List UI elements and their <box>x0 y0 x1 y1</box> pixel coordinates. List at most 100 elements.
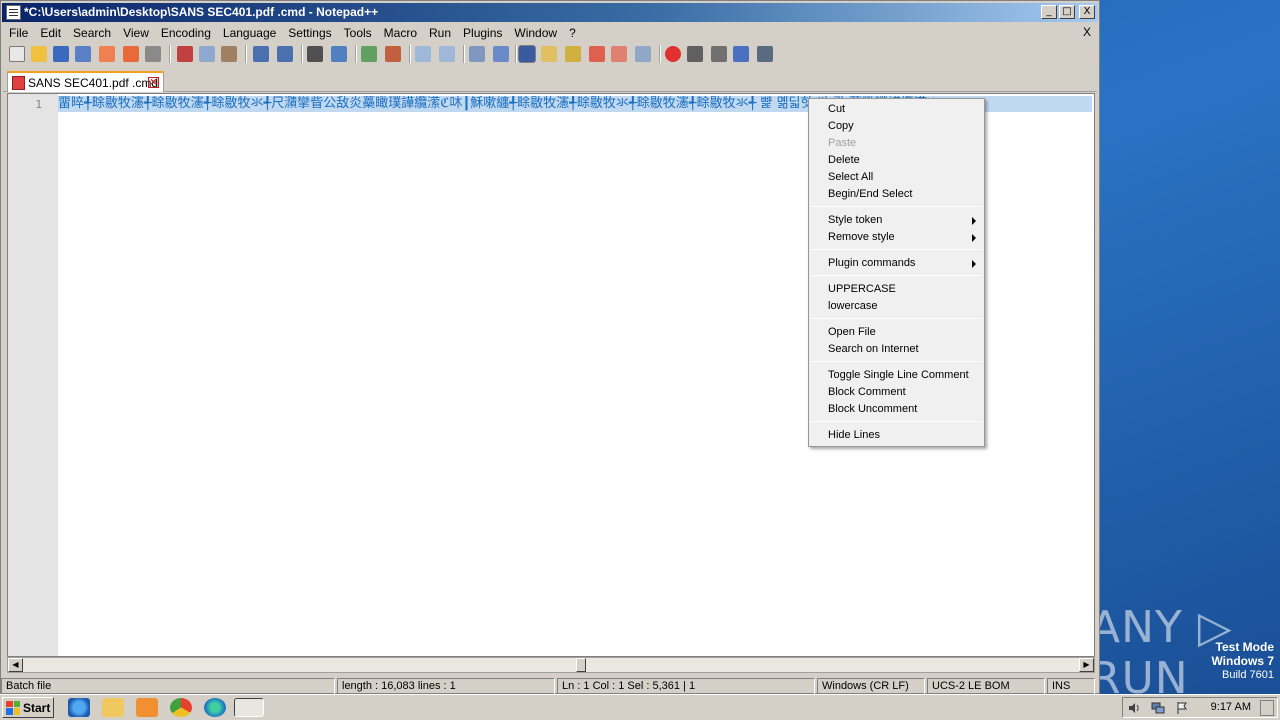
menu-search[interactable]: Search <box>67 24 117 42</box>
menu-language[interactable]: Language <box>217 24 282 42</box>
tab-sans-sec401[interactable]: SANS SEC401.pdf .cmd ✕ <box>7 71 164 92</box>
record-macro-icon[interactable] <box>665 46 681 62</box>
tray-network-icon[interactable] <box>1151 701 1165 715</box>
toolbar-separator <box>245 45 246 63</box>
save-macro-icon[interactable] <box>757 46 773 62</box>
status-eol[interactable]: Windows (CR LF) <box>817 678 925 695</box>
title-bar[interactable]: *C:\Users\admin\Desktop\SANS SEC401.pdf … <box>2 3 1098 22</box>
ctx-block-comment[interactable]: Block Comment <box>811 384 982 401</box>
open-file-icon[interactable] <box>31 46 47 62</box>
system-tray: 9:17 AM <box>1122 697 1278 718</box>
taskbar: Start 9:17 AM <box>0 694 1280 720</box>
menu-settings[interactable]: Settings <box>282 24 337 42</box>
menu-tools[interactable]: Tools <box>338 24 378 42</box>
ctx-cut[interactable]: Cut <box>811 101 982 118</box>
scroll-left-arrow-icon[interactable]: ◀ <box>8 658 23 672</box>
windows-logo-icon <box>6 700 20 715</box>
status-position: Ln : 1 Col : 1 Sel : 5,361 | 1 <box>557 678 815 695</box>
scrollbar-thumb[interactable] <box>576 658 586 672</box>
doc-map-icon[interactable] <box>565 46 581 62</box>
build-text: Build 7601 <box>1222 669 1274 681</box>
ctx-search-internet[interactable]: Search on Internet <box>811 341 982 358</box>
ctx-hide-lines[interactable]: Hide Lines <box>811 427 982 444</box>
close-button[interactable]: X <box>1079 5 1095 19</box>
function-list-icon[interactable] <box>589 46 605 62</box>
play-macro-icon[interactable] <box>711 46 727 62</box>
menu-window[interactable]: Window <box>508 24 563 42</box>
language-icon[interactable] <box>541 46 557 62</box>
undo-icon[interactable] <box>253 46 269 62</box>
show-desktop-button[interactable] <box>1260 700 1274 716</box>
ctx-style-token[interactable]: Style token <box>811 212 982 229</box>
save-all-icon[interactable] <box>75 46 91 62</box>
monitoring-icon[interactable] <box>635 46 651 62</box>
ctx-select-all[interactable]: Select All <box>811 169 982 186</box>
os-name-text: Windows 7 <box>1211 654 1274 668</box>
menu-help[interactable]: ? <box>563 24 582 42</box>
indent-guide-icon[interactable] <box>518 45 536 63</box>
save-icon[interactable] <box>53 46 69 62</box>
file-explorer-icon[interactable] <box>102 698 124 717</box>
menu-encoding[interactable]: Encoding <box>155 24 217 42</box>
word-wrap-icon[interactable] <box>469 46 485 62</box>
ctx-uppercase[interactable]: UPPERCASE <box>811 281 982 298</box>
menu-separator <box>811 318 982 319</box>
minimize-button[interactable]: _ <box>1041 5 1057 19</box>
status-bar: Batch file length : 16,083 lines : 1 Ln … <box>1 678 1099 695</box>
tab-close-icon[interactable]: ✕ <box>148 77 159 88</box>
notepad-app-icon[interactable] <box>6 5 21 20</box>
ctx-toggle-line-comment[interactable]: Toggle Single Line Comment <box>811 367 982 384</box>
sync-horizontal-icon[interactable] <box>439 46 455 62</box>
submenu-arrow-icon <box>972 260 976 268</box>
menu-view[interactable]: View <box>117 24 155 42</box>
cut-icon[interactable] <box>177 46 193 62</box>
menu-run[interactable]: Run <box>423 24 457 42</box>
menu-file[interactable]: File <box>3 24 34 42</box>
zoom-out-icon[interactable] <box>385 46 401 62</box>
toolbar <box>5 43 1095 65</box>
horizontal-scrollbar[interactable]: ◀ ▶ <box>7 657 1095 673</box>
print-icon[interactable] <box>145 46 161 62</box>
menu-macro[interactable]: Macro <box>378 24 423 42</box>
paste-icon[interactable] <box>221 46 237 62</box>
start-button[interactable]: Start <box>2 697 54 718</box>
ctx-begin-end-select[interactable]: Begin/End Select <box>811 186 982 203</box>
copy-icon[interactable] <box>199 46 215 62</box>
new-file-icon[interactable] <box>9 46 25 62</box>
zoom-in-icon[interactable] <box>361 46 377 62</box>
close-all-icon[interactable] <box>123 46 139 62</box>
ctx-lowercase[interactable]: lowercase <box>811 298 982 315</box>
scroll-right-arrow-icon[interactable]: ▶ <box>1079 658 1094 672</box>
submenu-arrow-icon <box>972 217 976 225</box>
menu-edit[interactable]: Edit <box>34 24 67 42</box>
folder-workspace-icon[interactable] <box>611 46 627 62</box>
stop-macro-icon[interactable] <box>687 46 703 62</box>
edge-icon[interactable] <box>204 698 226 717</box>
notepad-plus-plus-icon[interactable] <box>234 698 264 717</box>
clock[interactable]: 9:17 AM <box>1211 701 1251 713</box>
find-icon[interactable] <box>307 46 323 62</box>
ctx-copy[interactable]: Copy <box>811 118 982 135</box>
ctx-delete[interactable]: Delete <box>811 152 982 169</box>
replace-icon[interactable] <box>331 46 347 62</box>
ctx-open-file[interactable]: Open File <box>811 324 982 341</box>
maximize-button[interactable]: □ <box>1059 5 1075 19</box>
ctx-block-uncomment[interactable]: Block Uncomment <box>811 401 982 418</box>
status-filetype: Batch file <box>1 678 335 695</box>
sync-vertical-icon[interactable] <box>415 46 431 62</box>
close-document-button[interactable]: X <box>1083 25 1091 39</box>
close-icon[interactable] <box>99 46 115 62</box>
run-macro-multiple-icon[interactable] <box>733 46 749 62</box>
show-all-chars-icon[interactable] <box>493 46 509 62</box>
menu-plugins[interactable]: Plugins <box>457 24 508 42</box>
tray-flag-icon[interactable] <box>1175 701 1189 715</box>
redo-icon[interactable] <box>277 46 293 62</box>
status-encoding[interactable]: UCS-2 LE BOM <box>927 678 1045 695</box>
ctx-plugin-commands[interactable]: Plugin commands <box>811 255 982 272</box>
tray-speaker-icon[interactable] <box>1127 701 1141 715</box>
ctx-remove-style[interactable]: Remove style <box>811 229 982 246</box>
chrome-icon[interactable] <box>170 698 192 717</box>
internet-explorer-icon[interactable] <box>68 698 90 717</box>
toolbar-separator <box>515 45 516 63</box>
media-player-icon[interactable] <box>136 698 158 717</box>
